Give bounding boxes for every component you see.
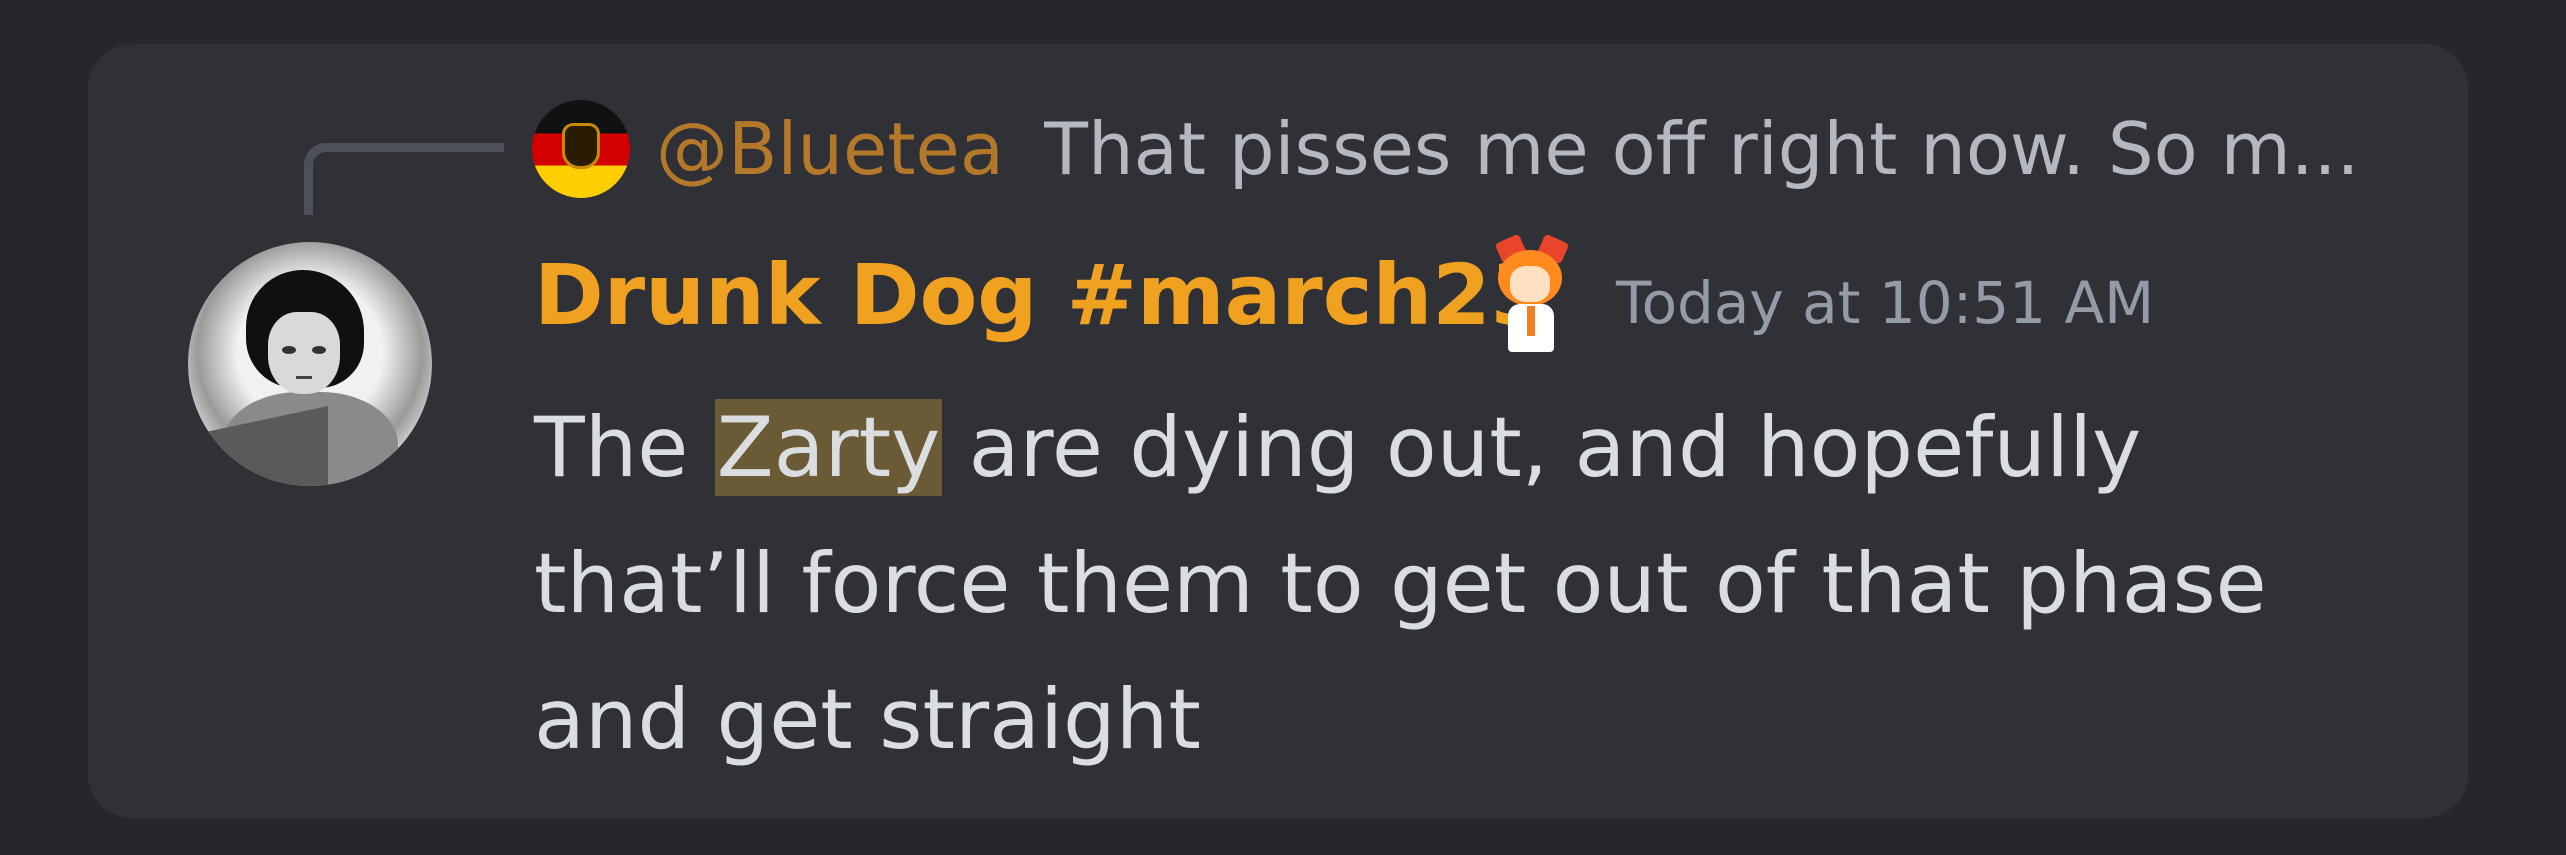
role-icon	[1484, 233, 1578, 354]
role-tie	[1527, 306, 1535, 336]
message-before-highlight: The	[534, 399, 689, 496]
message-content: The Zarty are dying out, and hopefully t…	[534, 380, 2354, 788]
reply-author[interactable]: @Bluetea	[656, 104, 1004, 194]
highlighted-word: Zarty	[714, 399, 943, 496]
avatar-mouth	[296, 376, 312, 379]
reply-avatar[interactable]	[532, 100, 630, 198]
message-line-1: The Zarty are dying out, and hopefully	[534, 380, 2354, 516]
avatar-eye-left	[282, 346, 296, 354]
message-line-2: that’ll force them to get out of that ph…	[534, 535, 2267, 632]
avatar[interactable]	[188, 242, 432, 486]
reply-snippet[interactable]: That pisses me off right now. So m...	[1044, 104, 2364, 194]
message-author[interactable]: Drunk Dog #march23	[534, 245, 1549, 345]
avatar-face	[268, 312, 340, 394]
avatar-eye-right	[312, 346, 326, 354]
message-line-3: and get straight	[534, 671, 1201, 768]
reply-connector	[304, 143, 504, 215]
eagle-icon	[565, 126, 597, 166]
message-timestamp: Today at 10:51 AM	[1616, 269, 2155, 337]
role-face	[1510, 266, 1550, 302]
message-after-highlight: are dying out, and hopefully	[968, 399, 2142, 496]
